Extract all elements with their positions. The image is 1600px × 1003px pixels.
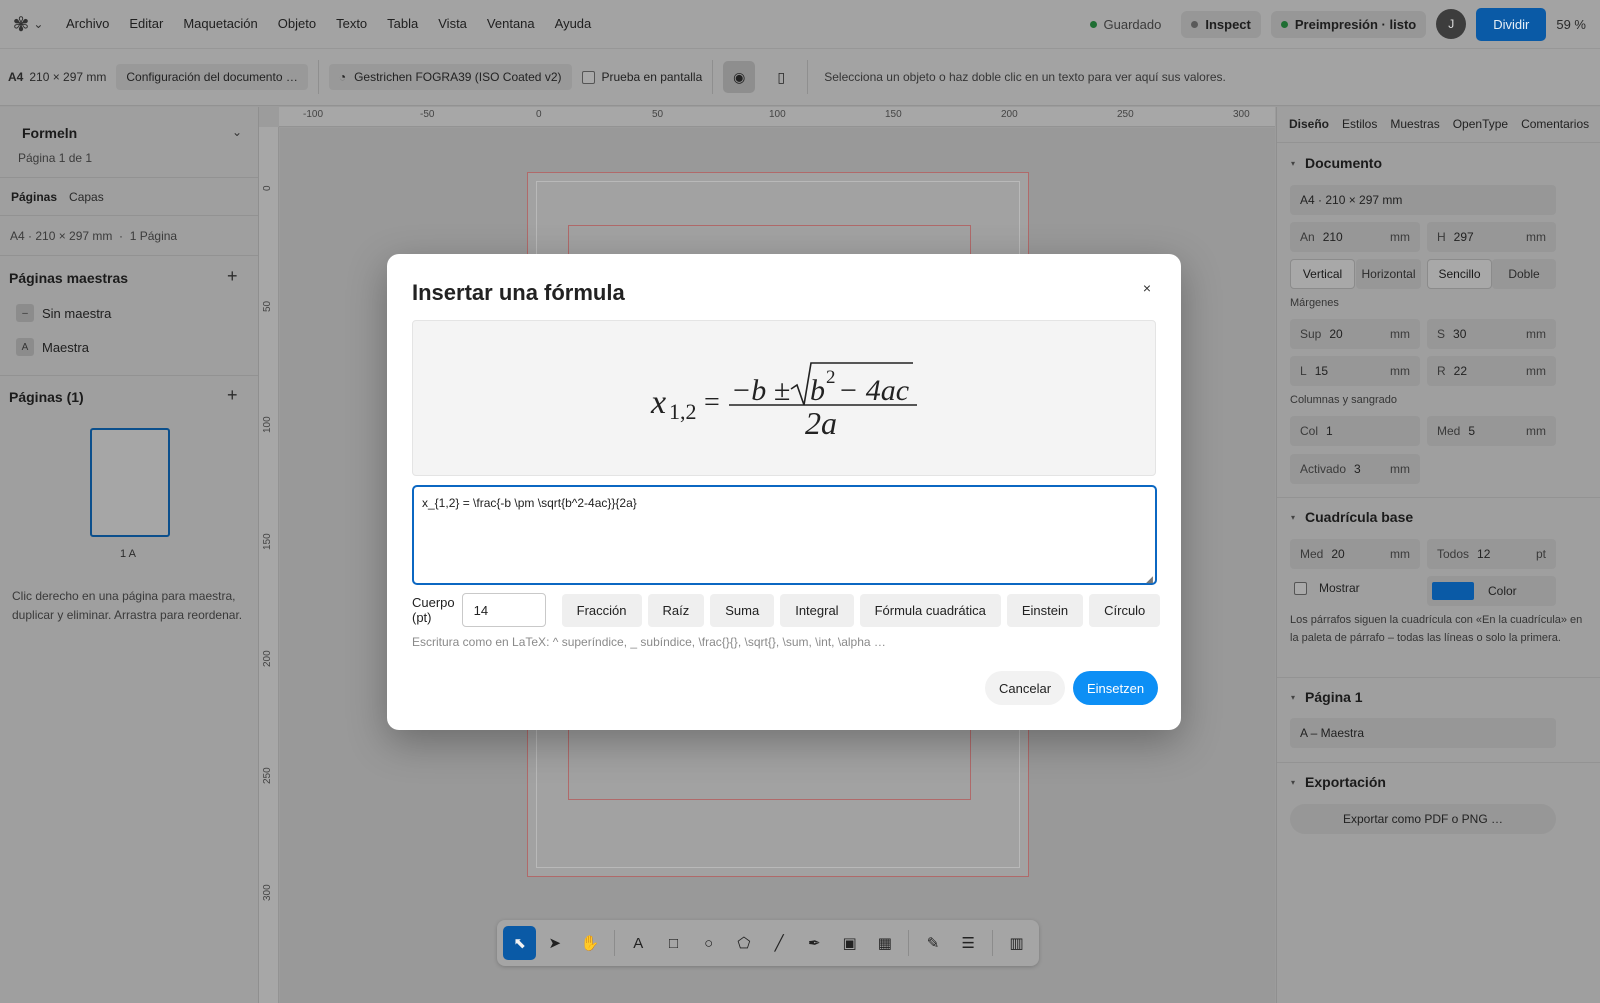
preset-sum-button[interactable]: Suma [710, 593, 775, 627]
latex-source-input[interactable]: x_{1,2} = \frac{-b \pm \sqrt{b^2-4ac}}{2… [412, 485, 1157, 585]
equals-sign: = [704, 387, 720, 418]
radicand-rest: − 4ac [838, 374, 909, 407]
numerator-prefix: −b ± [731, 374, 790, 407]
close-icon[interactable]: × [1139, 280, 1155, 296]
insert-button[interactable]: Einsetzen [1073, 671, 1159, 705]
size-label: Cuerpo (pt) [412, 595, 455, 625]
preset-fraction-button[interactable]: Fracción [561, 593, 642, 627]
formula-render: x 1,2 = −b ± b 2 − 4ac 2a [650, 362, 917, 441]
size-input[interactable] [461, 593, 546, 627]
dialog-title: Insertar una fórmula [412, 280, 625, 305]
lhs-subscript: 1,2 [669, 399, 697, 424]
preset-circle-button[interactable]: Círculo [1089, 593, 1161, 627]
preset-quadratic-button[interactable]: Fórmula cuadrática [859, 593, 1001, 627]
resize-grip-icon[interactable]: ◢ [1146, 574, 1153, 585]
denominator: 2a [805, 405, 837, 441]
cancel-button[interactable]: Cancelar [985, 671, 1066, 705]
radicand-exponent: 2 [826, 367, 836, 388]
latex-help-text: Escritura como en LaTeX: ^ superíndice, … [412, 635, 886, 649]
formula-preview: x 1,2 = −b ± b 2 − 4ac 2a [412, 320, 1156, 476]
radicand-b: b [810, 374, 825, 407]
preset-einstein-button[interactable]: Einstein [1006, 593, 1084, 627]
lhs-variable: x [650, 384, 666, 421]
formula-dialog: Insertar una fórmula × x 1,2 = −b ± b 2 … [387, 254, 1181, 730]
preset-integral-button[interactable]: Integral [780, 593, 854, 627]
formula-controls: Cuerpo (pt) Fracción Raíz Suma Integral … [412, 592, 1161, 628]
preset-root-button[interactable]: Raíz [647, 593, 705, 627]
